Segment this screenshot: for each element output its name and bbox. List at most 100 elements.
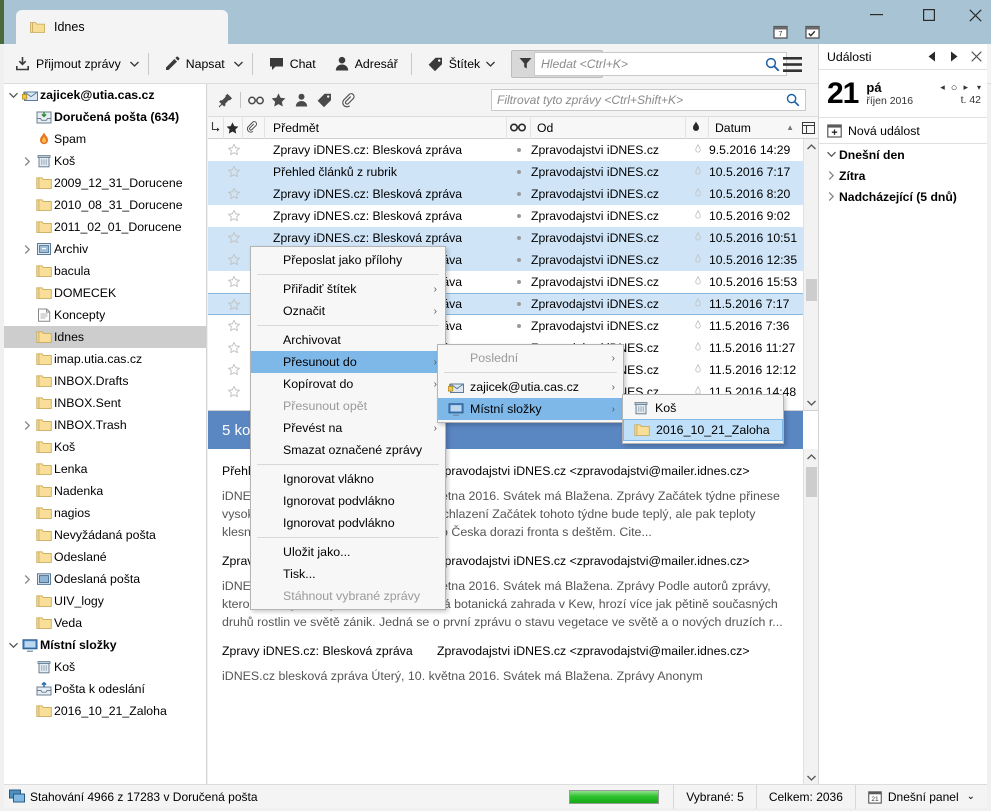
column-from[interactable]: Od (531, 116, 686, 139)
read-status-dot[interactable] (507, 169, 531, 174)
star-toggle[interactable] (224, 210, 243, 221)
junk-status-icon[interactable] (686, 341, 709, 354)
new-event-button[interactable]: Nová událost (819, 118, 987, 144)
message-list-scrollbar[interactable] (803, 139, 818, 410)
menu-item[interactable]: Koš (623, 397, 783, 419)
folder-twisty[interactable] (6, 92, 20, 99)
unread-icon[interactable] (244, 89, 267, 111)
folder-item-idnes[interactable]: Idnes (4, 326, 206, 348)
folder-item-nadenka[interactable]: Nadenka (4, 480, 206, 502)
starred-icon[interactable] (267, 89, 290, 111)
star-toggle[interactable] (224, 342, 243, 353)
date-prev-icon[interactable]: ◂ (937, 82, 948, 93)
menu-item[interactable]: zajicek@utia.cas.cz › (438, 376, 623, 398)
menu-item[interactable]: Smazat označené zprávy (251, 439, 445, 461)
menu-item[interactable]: 2016_10_21_Zaloha (623, 419, 783, 441)
junk-status-icon[interactable] (686, 319, 709, 332)
folder-item-nagios[interactable]: nagios (4, 502, 206, 524)
junk-status-icon[interactable] (686, 363, 709, 376)
star-toggle[interactable] (224, 232, 243, 243)
folder-item-inbox-trash[interactable]: INBOX.Trash (4, 414, 206, 436)
folder-item-imap-utia-cas-cz[interactable]: imap.utia.cas.cz (4, 348, 206, 370)
folder-item-inbox-sent[interactable]: INBOX.Sent (4, 392, 206, 414)
folder-twisty[interactable] (20, 420, 34, 430)
menu-item[interactable]: Přesunout do › (251, 351, 445, 373)
folder-item-zajicek-utia-cas-cz[interactable]: zajicek@utia.cas.cz (4, 84, 206, 106)
app-menu-button[interactable] (779, 52, 805, 76)
junk-status-icon[interactable] (686, 165, 709, 178)
address-book-button[interactable]: Adresář (327, 50, 406, 78)
star-toggle[interactable] (224, 298, 243, 310)
tag-button[interactable]: Štítek (420, 50, 503, 78)
read-status-dot[interactable] (507, 147, 531, 152)
event-group[interactable]: Nadcházející (5 dnů) (819, 186, 987, 207)
write-dropdown[interactable] (231, 50, 247, 78)
scroll-down-icon[interactable] (804, 395, 819, 410)
table-row[interactable]: Zpravy iDNES.cz: Blesková zpráva Zpravoda… (208, 205, 803, 227)
table-row[interactable]: Přehled článků z rubrik Zpravodajstvi iDN… (208, 161, 803, 183)
read-status-dot[interactable] (507, 323, 531, 328)
scroll-up-icon[interactable] (804, 449, 818, 464)
event-group[interactable]: Dnešní den (819, 144, 987, 165)
scroll-thumb[interactable] (806, 279, 817, 301)
search-icon[interactable] (765, 57, 780, 72)
folder-item-uiv-logy[interactable]: UIV_logy (4, 590, 206, 612)
star-toggle[interactable] (224, 276, 243, 287)
attachment-icon[interactable] (336, 89, 359, 111)
folder-twisty[interactable] (20, 574, 34, 584)
event-group[interactable]: Zítra (819, 165, 987, 186)
star-toggle[interactable] (224, 166, 243, 177)
column-subject[interactable]: Předmět (265, 116, 507, 139)
column-star[interactable] (224, 116, 243, 139)
folder-item-m-stn-slo-ky[interactable]: Místní složky (4, 634, 206, 656)
search-input[interactable]: Hledat <Ctrl+K> (534, 52, 787, 76)
get-messages-dropdown[interactable] (127, 50, 143, 78)
folder-item-2009-12-31-dorucene[interactable]: 2009_12_31_Dorucene (4, 172, 206, 194)
search-icon[interactable] (786, 93, 800, 107)
table-row[interactable]: Zpravy iDNES.cz: Blesková zpráva Zpravoda… (208, 183, 803, 205)
folder-item-po-ta-k-odesl-n[interactable]: Pošta k odeslání (4, 678, 206, 700)
junk-status-icon[interactable] (686, 143, 709, 156)
column-attachment[interactable] (243, 116, 265, 139)
star-toggle[interactable] (224, 144, 243, 155)
scroll-down-icon[interactable] (804, 770, 819, 785)
folder-item-nevy-dan-po-ta[interactable]: Nevyžádaná pošta (4, 524, 206, 546)
star-toggle[interactable] (224, 386, 243, 397)
junk-status-icon[interactable] (686, 187, 709, 200)
folder-item-ko[interactable]: Koš (4, 656, 206, 678)
star-toggle[interactable] (224, 320, 243, 331)
folder-twisty[interactable] (6, 642, 20, 649)
message-context-menu[interactable]: Přeposlat jako přílohy Přiřadiť štítek › Oz… (250, 246, 446, 610)
menu-item[interactable]: Označit › (251, 300, 445, 322)
folder-item-2016-10-21-zaloha[interactable]: 2016_10_21_Zaloha (4, 700, 206, 722)
table-row[interactable]: Zpravy iDNES.cz: Blesková zpráva Zpravoda… (208, 139, 803, 161)
column-thread[interactable] (208, 116, 224, 139)
menu-item[interactable]: Přeposlat jako přílohy (251, 249, 445, 271)
scroll-thumb[interactable] (806, 467, 817, 497)
star-toggle[interactable] (224, 254, 243, 265)
tag-icon[interactable] (313, 89, 336, 111)
folder-item-koncepty[interactable]: Koncepty (4, 304, 206, 326)
message-pane-scrollbar[interactable] (803, 449, 818, 785)
junk-status-icon[interactable] (686, 231, 709, 244)
folder-item-ko[interactable]: Koš (4, 436, 206, 458)
folder-item-ko[interactable]: Koš (4, 150, 206, 172)
folder-item-odeslan-po-ta[interactable]: Odeslaná pošta (4, 568, 206, 590)
tab-idnes[interactable]: Idnes (16, 10, 228, 44)
menu-item[interactable]: Ignorovat podvlákno (251, 490, 445, 512)
date-today-icon[interactable]: ○ (948, 82, 961, 94)
menu-item[interactable]: Ignorovat podvlákno (251, 512, 445, 534)
move-to-submenu[interactable]: Poslední › zajicek@utia.cas.cz › Místní slož… (437, 344, 624, 423)
read-status-dot[interactable] (507, 257, 531, 262)
folder-item-lenka[interactable]: Lenka (4, 458, 206, 480)
column-picker-icon[interactable] (798, 117, 818, 139)
menu-item[interactable]: Tisk... (251, 563, 445, 585)
calendar-icon[interactable]: 7 (771, 22, 789, 40)
chat-button[interactable]: Chat (261, 50, 324, 78)
folder-item-archiv[interactable]: Archiv (4, 238, 206, 260)
folder-pane[interactable]: zajicek@utia.cas.cz Doručená pošta (634) S… (4, 84, 207, 784)
get-messages-button[interactable]: Přijmout zprávy (7, 50, 129, 78)
folder-item-2010-08-31-dorucene[interactable]: 2010_08_31_Dorucene (4, 194, 206, 216)
filter-messages-input[interactable]: Filtrovat tyto zprávy <Ctrl+Shift+K> (491, 89, 806, 111)
star-toggle[interactable] (224, 188, 243, 199)
